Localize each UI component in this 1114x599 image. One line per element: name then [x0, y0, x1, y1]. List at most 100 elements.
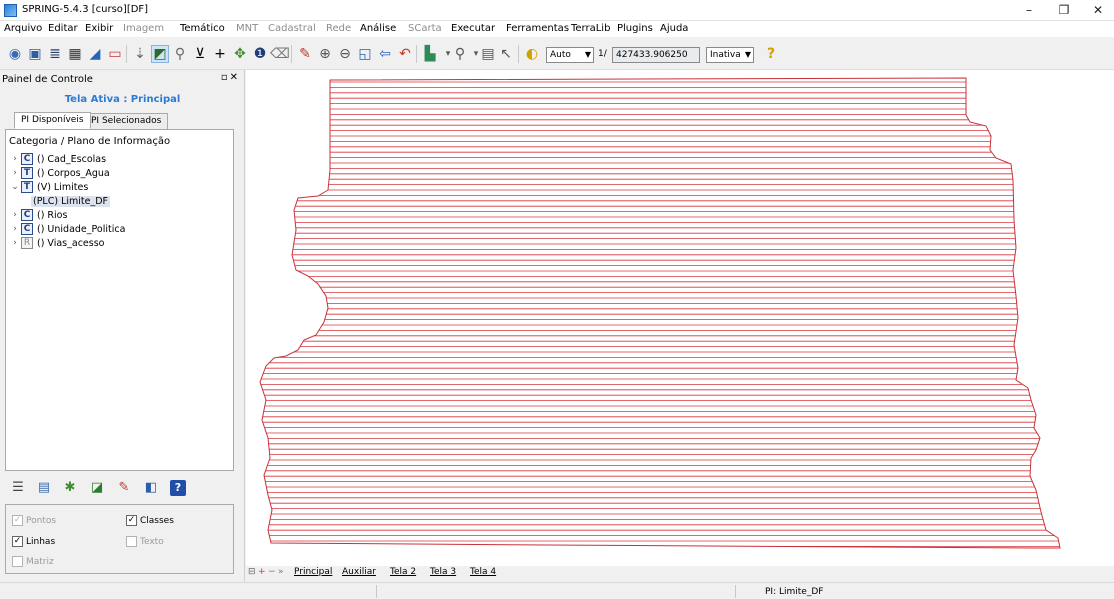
state-select[interactable]: Inativa ▼	[706, 47, 754, 63]
edit-chart-icon[interactable]: ◪	[89, 480, 105, 496]
menu-mnt[interactable]: MNT	[236, 23, 258, 34]
tab-pi-selecionados[interactable]: PI Selecionados	[84, 113, 169, 130]
tab-pi-disponiveis[interactable]: PI Disponíveis	[14, 112, 91, 129]
table-icon[interactable]: ▤	[479, 45, 497, 63]
layers-icon[interactable]: ≣	[46, 45, 64, 63]
palette-icon[interactable]: ◐	[523, 45, 541, 63]
undo-icon[interactable]: ↶	[396, 45, 414, 63]
zoom-mode-select[interactable]: Auto ▼	[546, 47, 594, 63]
map-canvas[interactable]	[246, 70, 1114, 566]
menu-executar[interactable]: Executar	[451, 23, 495, 34]
pencil-icon[interactable]: ✎	[116, 480, 132, 496]
zoom-window-icon[interactable]: ◱	[356, 45, 374, 63]
window-icon[interactable]: ◧	[143, 480, 159, 496]
chevron-down-icon[interactable]: ⌄	[9, 182, 21, 192]
screen-icon[interactable]: ▭	[106, 45, 124, 63]
state-value: Inativa	[710, 50, 741, 60]
close-button[interactable]: ✕	[1084, 2, 1112, 19]
menu-scarta[interactable]: SCarta	[408, 23, 442, 34]
add-tab-icon[interactable]: +	[258, 567, 266, 577]
zoom-in-icon[interactable]: ⊕	[316, 45, 334, 63]
tab-control-icon[interactable]: ⊟	[248, 567, 256, 577]
scale-input[interactable]: 427433.906250	[612, 47, 700, 63]
tab-auxiliar[interactable]: Auxiliar	[342, 567, 376, 577]
tab-tela-4[interactable]: Tela 4	[470, 567, 496, 577]
menu-bar: Arquivo Editar Exibir Imagem Temático MN…	[0, 21, 1114, 37]
matriz-checkbox[interactable]: Matriz	[12, 556, 54, 567]
category-icon: R	[21, 237, 33, 249]
maximize-button[interactable]: ❐	[1050, 2, 1078, 19]
zoom-out-icon[interactable]: ⊖	[336, 45, 354, 63]
pan-icon[interactable]: ✥	[231, 45, 249, 63]
menu-ajuda[interactable]: Ajuda	[660, 23, 688, 34]
info-icon[interactable]: ❶	[251, 45, 269, 63]
category-icon: C	[21, 223, 33, 235]
link-icon[interactable]: ⇣	[131, 45, 149, 63]
chevron-right-icon[interactable]: ›	[9, 168, 21, 178]
menu-plugins[interactable]: Plugins	[617, 23, 653, 34]
toolbar-separator	[291, 45, 292, 63]
draw-icon[interactable]: ◢	[86, 45, 104, 63]
tree-item-label: () Unidade_Politica	[37, 223, 126, 235]
tree-item-rios[interactable]: › C () Rios	[9, 208, 67, 222]
tree-item-vias-acesso[interactable]: › R () Vias_acesso	[9, 236, 104, 250]
back-icon[interactable]: ⇦	[376, 45, 394, 63]
help-icon[interactable]: ?	[170, 480, 186, 496]
chart-icon[interactable]: ▙	[421, 45, 439, 63]
tree-item-unidade-politica[interactable]: › C () Unidade_Politica	[9, 222, 125, 236]
remove-tab-icon[interactable]: −	[268, 567, 276, 577]
tree-item-limites[interactable]: ⌄ T (V) Limites	[9, 180, 88, 194]
map-cursor-icon[interactable]: ◩	[151, 45, 169, 63]
menu-analise[interactable]: Análise	[360, 23, 396, 34]
visual-icon[interactable]: ✱	[62, 480, 78, 496]
grid-icon[interactable]: ▦	[66, 45, 84, 63]
checkbox-label: Classes	[140, 515, 174, 526]
chevron-right-icon[interactable]: ›	[9, 238, 21, 248]
tree-item-corpos-agua[interactable]: › T () Corpos_Agua	[9, 166, 110, 180]
close-icon[interactable]: ✕	[230, 72, 240, 83]
control-panel: Painel de Controle ▫✕ Tela Ativa : Princ…	[0, 70, 245, 599]
status-separator	[735, 585, 736, 598]
chevron-right-icon[interactable]: ›	[9, 154, 21, 164]
pencil-icon[interactable]: ✎	[296, 45, 314, 63]
linhas-checkbox[interactable]: ✓ Linhas	[12, 536, 55, 547]
checkbox-box	[126, 536, 137, 547]
menu-rede[interactable]: Rede	[326, 23, 351, 34]
more-tabs-icon[interactable]: »	[278, 567, 284, 577]
tab-tela-2[interactable]: Tela 2	[390, 567, 416, 577]
chevron-right-icon[interactable]: ›	[9, 210, 21, 220]
float-icon[interactable]: ▫	[221, 72, 230, 83]
title-bar: SPRING-5.4.3 [curso][DF] – ❐ ✕	[0, 0, 1114, 21]
classes-checkbox[interactable]: ✓ Classes	[126, 515, 174, 526]
minimize-button[interactable]: –	[1015, 2, 1043, 19]
tree-item-limite-df[interactable]: (PLC) Limite_DF	[31, 194, 111, 208]
pointer-icon[interactable]: ⊻	[191, 45, 209, 63]
menu-cadastral[interactable]: Cadastral	[268, 23, 316, 34]
chevron-down-icon: ▼	[584, 50, 591, 59]
texto-checkbox[interactable]: Texto	[126, 536, 164, 547]
menu-editar[interactable]: Editar	[48, 23, 78, 34]
chevron-right-icon[interactable]: ›	[9, 224, 21, 234]
project-icon[interactable]: ▣	[26, 45, 44, 63]
menu-arquivo[interactable]: Arquivo	[4, 23, 42, 34]
tree-item-cad-escolas[interactable]: › C () Cad_Escolas	[9, 152, 106, 166]
crosshair-icon[interactable]: +	[211, 45, 229, 63]
category-icon: T	[21, 181, 33, 193]
tab-tela-3[interactable]: Tela 3	[430, 567, 456, 577]
menu-tematico[interactable]: Temático	[180, 23, 225, 34]
menu-terralib[interactable]: TerraLib	[571, 23, 610, 34]
menu-ferramentas[interactable]: Ferramentas	[506, 23, 569, 34]
eraser-icon[interactable]: ⌫	[270, 45, 290, 63]
checkbox-label: Linhas	[26, 536, 56, 547]
pontos-checkbox[interactable]: ✓ Pontos	[12, 515, 56, 526]
menu-exibir[interactable]: Exibir	[85, 23, 113, 34]
database-icon[interactable]: ◉	[6, 45, 24, 63]
pi-tree: Categoria / Plano de Informação › C () C…	[5, 129, 234, 471]
select-pointer-icon[interactable]: ↖	[497, 45, 515, 63]
tab-principal[interactable]: Principal	[294, 567, 332, 577]
properties-icon[interactable]: ▤	[36, 480, 52, 496]
help-icon[interactable]: ?	[762, 45, 780, 63]
zoom-icon[interactable]: ⚲	[171, 45, 189, 63]
list-icon[interactable]: ☰	[10, 480, 26, 496]
menu-imagem[interactable]: Imagem	[123, 23, 164, 34]
